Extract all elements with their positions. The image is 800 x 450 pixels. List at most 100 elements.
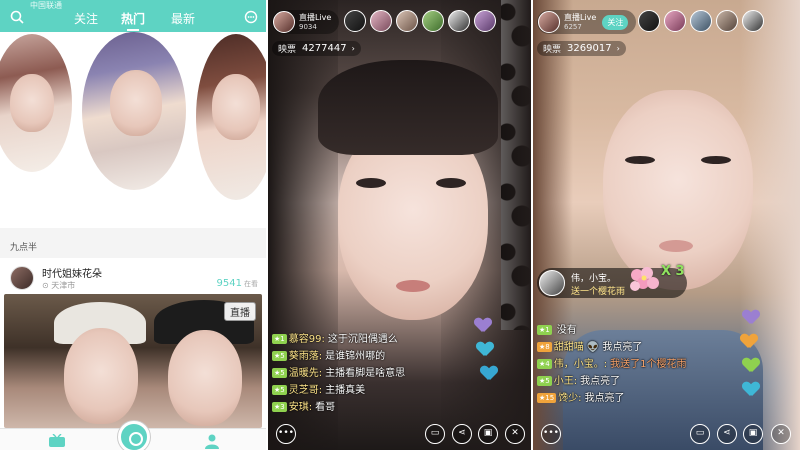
stream-title: 时代姐妹花朵 [42, 269, 102, 280]
user-level-badge: ★5 [272, 368, 287, 378]
live-room-1: 直播Live 9034 映票 4277447 › ★1 慕容99: 这于沉阳偶遇么 … [268, 0, 531, 450]
viewer-avatar[interactable] [370, 10, 392, 32]
ticket-label: 映票 [543, 45, 562, 55]
location-name: 天津市 [51, 281, 76, 290]
viewer-avatar[interactable] [448, 10, 470, 32]
chat-username[interactable]: 馋少: [558, 393, 581, 404]
user-level-badge: ★8 [537, 342, 552, 352]
viewer-avatars [344, 10, 500, 34]
stream-thumbnail[interactable]: 直播 [4, 294, 262, 428]
user-level-badge: ★15 [537, 393, 557, 403]
chat-text: 是谁锦州哪的 [325, 351, 386, 362]
avatar[interactable] [273, 11, 295, 33]
floating-hearts [475, 318, 497, 390]
live-toolbar: ••• ▭ ⋖ ▣ ✕ [268, 424, 531, 446]
host-info[interactable]: 直播Live 9034 [272, 10, 340, 34]
heart-icon [743, 358, 759, 372]
chat-username[interactable]: 葵雨落: [289, 351, 322, 362]
location-text: ⊙ 天津市 [42, 280, 75, 291]
chat-message: ★15 馋少: 我点亮了 [537, 391, 737, 408]
chat-username[interactable]: 灵芝哥: [289, 385, 322, 396]
avatar[interactable] [538, 11, 560, 33]
chat-list: ★1 慕容99: 这于沉阳偶遇么 ★5 葵雨落: 是谁锦州哪的 ★5 温暖先: 主播看脚是啥… [272, 332, 472, 417]
featured-photo[interactable] [82, 32, 186, 190]
chat-text: 我点亮了 [580, 376, 621, 387]
live-header: 直播Live 9034 映票 4277447 › [268, 0, 531, 60]
message-icon[interactable] [244, 10, 258, 24]
search-icon[interactable] [10, 10, 24, 24]
chat-icon[interactable]: ▭ [690, 424, 710, 444]
chevron-right-icon: › [616, 44, 620, 53]
bottom-nav [0, 421, 266, 450]
chat-username[interactable]: 甜甜喵 [554, 342, 584, 353]
viewer-avatar[interactable] [474, 10, 496, 32]
chat-text: 主播看脚是啥意思 [325, 368, 406, 379]
profile-icon[interactable] [204, 433, 220, 449]
user-level-badge: ★1 [272, 334, 287, 344]
viewer-avatar[interactable] [716, 10, 738, 32]
chat-text: 👽 我点亮了 [586, 342, 643, 353]
tab-hot[interactable]: 热门 [121, 10, 145, 31]
gift-sender: 伟，小宝。 [571, 274, 617, 284]
viewer-avatar[interactable] [396, 10, 418, 32]
stream-card-header[interactable]: 时代姐妹花朵 ⊙ 天津市 9541 在看 [0, 258, 266, 294]
viewer-avatar[interactable] [690, 10, 712, 32]
chat-message: ★5 温暖先: 主播看脚是啥意思 [272, 366, 472, 383]
chat-username[interactable]: 小王: [554, 376, 577, 387]
close-icon[interactable]: ✕ [771, 424, 791, 444]
featured-banner[interactable] [0, 32, 266, 202]
chat-username[interactable]: 安琪: [289, 402, 312, 413]
gift-multiplier: X 3 [661, 264, 685, 279]
home-screen: 中国联通 关注 热门 最新 九点半 时代姐妹花朵 ⊙ 天津市 9541 在看 直… [0, 0, 266, 450]
tab-latest[interactable]: 最新 [171, 10, 195, 27]
viewer-avatar[interactable] [638, 10, 660, 32]
viewer-count-value: 9541 [216, 278, 242, 289]
gift-icon[interactable]: ▣ [743, 424, 763, 444]
viewer-avatar[interactable] [664, 10, 686, 32]
tv-icon[interactable] [48, 434, 66, 448]
featured-photo[interactable] [196, 34, 266, 200]
share-icon[interactable]: ⋖ [717, 424, 737, 444]
chat-message: ★8 甜甜喵 👽 我点亮了 [537, 340, 737, 357]
ticket-count[interactable]: 映票 4277447 › [272, 41, 361, 56]
cherry-blossom-icon [630, 267, 659, 291]
chevron-right-icon: › [351, 44, 355, 53]
share-icon[interactable]: ⋖ [452, 424, 472, 444]
user-level-badge: ★5 [272, 385, 287, 395]
avatar[interactable] [10, 266, 34, 290]
host-name: 直播Live [564, 12, 597, 22]
ticket-count[interactable]: 映票 3269017 › [537, 41, 626, 56]
follow-button[interactable]: 关注 [602, 14, 629, 30]
chat-username[interactable]: 温暖先: [289, 368, 322, 379]
featured-photo[interactable] [0, 34, 72, 172]
more-icon[interactable]: ••• [276, 424, 296, 444]
chat-message: ★5 葵雨落: 是谁锦州哪的 [272, 349, 472, 366]
chat-message: ★5 小王: 我点亮了 [537, 374, 737, 391]
viewer-avatar[interactable] [422, 10, 444, 32]
viewer-avatar[interactable] [344, 10, 366, 32]
camera-icon[interactable] [118, 421, 150, 450]
live-room-2: 直播Live 6257 关注 映票 3269017 › 伟，小宝。 送一个樱花雨… [533, 0, 800, 450]
gift-text: 送一个樱花雨 [571, 287, 626, 297]
chat-text: 我点亮了 [584, 393, 625, 404]
viewer-avatar[interactable] [742, 10, 764, 32]
chat-icon[interactable]: ▭ [425, 424, 445, 444]
chat-message: ★3 安琪: 看哥 [272, 400, 472, 417]
host-id: 6257 [564, 22, 582, 31]
user-level-badge: ★1 [537, 325, 552, 335]
gift-icon[interactable]: ▣ [478, 424, 498, 444]
chat-text: 没有 [556, 325, 577, 336]
heart-icon [741, 334, 757, 348]
avatar[interactable] [539, 270, 565, 296]
close-icon[interactable]: ✕ [505, 424, 525, 444]
chat-username[interactable]: 伟，小宝。: [554, 359, 607, 370]
ticket-value: 4277447 [302, 43, 347, 54]
more-icon[interactable]: ••• [541, 424, 561, 444]
chat-list: ★1 没有 ★8 甜甜喵 👽 我点亮了 ★4 伟，小宝。: 我送了1个樱花雨 ★5 小王: 我… [537, 323, 737, 408]
status-carrier: 中国联通 [30, 1, 62, 10]
chat-username[interactable]: 慕容99: [289, 334, 325, 345]
user-level-badge: ★5 [537, 376, 552, 386]
chat-text: 主播真美 [325, 385, 366, 396]
host-info[interactable]: 直播Live 6257 关注 [537, 10, 637, 34]
tab-following[interactable]: 关注 [74, 10, 98, 27]
